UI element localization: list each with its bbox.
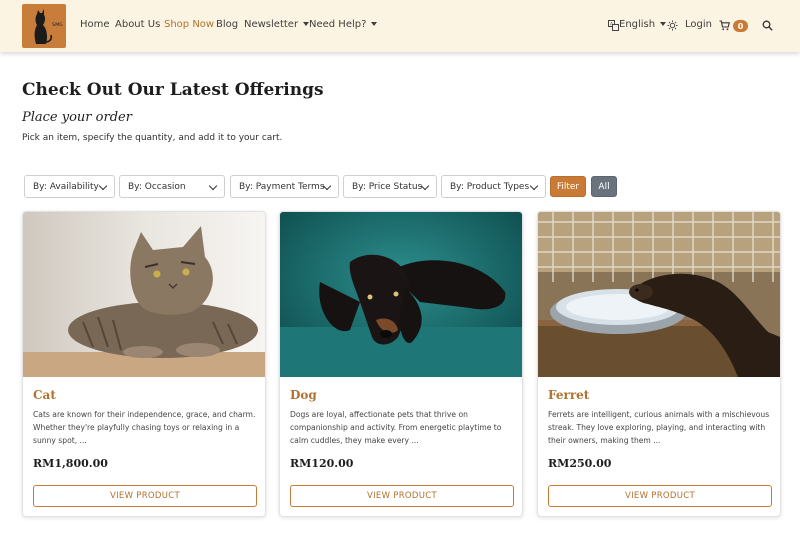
page-title: Check Out Our Latest Offerings — [22, 80, 324, 100]
filter-payment-terms-select[interactable]: By: Payment Terms — [230, 175, 339, 198]
nav-about-us[interactable]: About Us — [115, 19, 160, 30]
filter-occasion-select[interactable]: By: Occasion — [119, 175, 225, 198]
nav-newsletter-label: Newsletter — [244, 19, 299, 30]
chevron-down-icon — [529, 181, 539, 191]
product-title[interactable]: Ferret — [548, 388, 589, 402]
view-product-button[interactable]: VIEW PRODUCT — [33, 485, 257, 507]
nav-blog[interactable]: Blog — [216, 19, 238, 30]
login-link[interactable]: Login — [685, 19, 712, 30]
product-title[interactable]: Dog — [290, 388, 317, 402]
product-card-ferret: Ferret Ferrets are intelligent, curious … — [537, 211, 781, 517]
filter-availability-select[interactable]: By: Availability — [24, 175, 115, 198]
product-card-dog: Dog Dogs are loyal, affectionate pets th… — [279, 211, 523, 517]
page-subtitle: Place your order — [22, 110, 132, 125]
brand-logo[interactable]: SMG — [22, 4, 66, 48]
product-title[interactable]: Cat — [33, 388, 56, 402]
filter-payment-terms-label: By: Payment Terms — [239, 181, 325, 192]
product-price: RM1,800.00 — [33, 457, 108, 470]
filter-availability-label: By: Availability — [33, 181, 99, 192]
product-image-ferret[interactable] — [538, 212, 780, 377]
view-product-button[interactable]: VIEW PRODUCT — [548, 485, 772, 507]
search-icon[interactable] — [760, 17, 774, 33]
language-label: English — [619, 19, 656, 30]
translate-icon: A — [606, 17, 620, 33]
cart-icon[interactable] — [717, 17, 731, 33]
nav-newsletter-dropdown[interactable]: Newsletter — [244, 19, 310, 30]
filter-price-status-label: By: Price Status — [352, 181, 423, 192]
product-image-dog[interactable] — [280, 212, 522, 377]
chevron-down-icon — [208, 181, 218, 191]
filter-price-status-select[interactable]: By: Price Status — [343, 175, 437, 198]
nav-need-help-dropdown[interactable]: Need Help? — [309, 19, 378, 30]
filter-button[interactable]: Filter — [550, 176, 586, 197]
sun-icon[interactable] — [665, 17, 679, 33]
cart-count-badge[interactable]: 0 — [733, 20, 748, 32]
product-description: Cats are known for their independence, g… — [33, 410, 256, 445]
product-description: Dogs are loyal, affectionate pets that t… — [290, 410, 502, 445]
product-price: RM120.00 — [290, 457, 354, 470]
nav-home[interactable]: Home — [80, 19, 110, 30]
chevron-down-icon — [371, 22, 378, 26]
all-button[interactable]: All — [591, 176, 617, 197]
filter-product-types-select[interactable]: By: Product Types — [441, 175, 546, 198]
product-price: RM250.00 — [548, 457, 612, 470]
logo-text: SMG — [52, 23, 63, 28]
view-product-button[interactable]: VIEW PRODUCT — [290, 485, 514, 507]
filter-product-types-label: By: Product Types — [450, 181, 530, 192]
nav-shop-now[interactable]: Shop Now — [164, 19, 214, 30]
filter-occasion-label: By: Occasion — [128, 181, 186, 192]
product-description: Ferrets are intelligent, curious animals… — [548, 410, 770, 445]
product-image-cat[interactable] — [23, 212, 265, 377]
navbar: SMG Home About Us Shop Now Blog Newslett… — [0, 0, 800, 52]
page-intro: Pick an item, specify the quantity, and … — [22, 133, 283, 143]
language-dropdown[interactable]: English — [619, 19, 667, 30]
chevron-down-icon — [98, 181, 108, 191]
product-card-cat: Cat Cats are known for their independenc… — [22, 211, 266, 517]
nav-need-help-label: Need Help? — [309, 19, 367, 30]
